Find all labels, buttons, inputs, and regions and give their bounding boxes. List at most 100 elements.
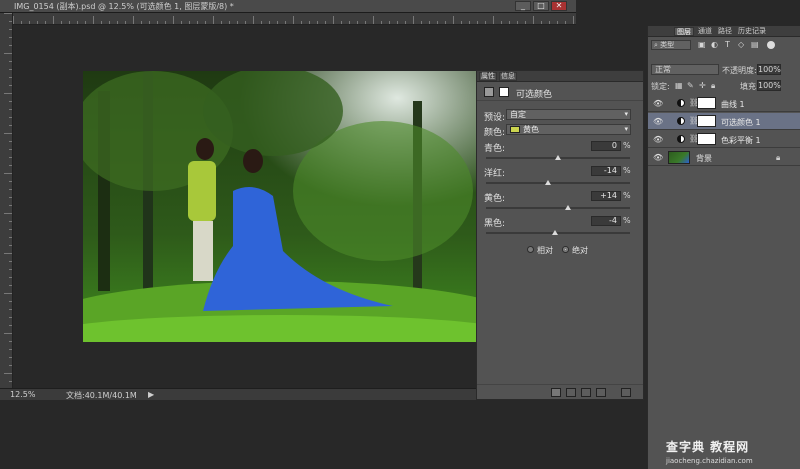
black-value[interactable]: -4 [591, 216, 621, 226]
ruler-tick [9, 181, 12, 182]
lock-all-icon[interactable]: 🔒︎ [711, 81, 715, 91]
maximize-button[interactable]: □ [533, 1, 549, 11]
wedding-photo[interactable] [83, 71, 476, 342]
type-filter-icon[interactable]: T [725, 40, 730, 49]
view-previous-icon[interactable] [566, 388, 576, 397]
fill-field[interactable]: 100% [757, 80, 781, 91]
tab-layers[interactable]: 图层 [674, 27, 694, 36]
image-filter-icon[interactable]: ▣ [698, 40, 706, 49]
smart-object-filter-icon[interactable]: ▤ [751, 40, 759, 49]
yellow-slider[interactable] [486, 205, 630, 210]
ruler-tick [229, 21, 230, 24]
layer-row-selective-color[interactable]: 👁︎ ⛓︎ 可选颜色 1 [648, 113, 800, 130]
ruler-tick [333, 16, 334, 24]
black-slider-thumb[interactable] [552, 230, 558, 235]
ruler-tick [9, 325, 12, 326]
colors-label: 颜色: [484, 128, 506, 138]
ruler-tick [9, 261, 12, 262]
layer-name[interactable]: 曲线 1 [721, 99, 745, 110]
cyan-value[interactable]: 0 [591, 141, 621, 151]
tab-info[interactable]: 信息 [499, 72, 517, 81]
ruler-tick [69, 21, 70, 24]
close-button[interactable]: ✕ [551, 1, 567, 11]
ruler-tick [565, 21, 566, 24]
ruler-tick [9, 221, 12, 222]
colors-value: 黄色 [523, 125, 539, 134]
vertical-ruler[interactable] [0, 13, 13, 388]
magenta-slider[interactable] [486, 180, 630, 185]
shape-filter-icon[interactable]: ◇ [738, 40, 744, 49]
reset-icon[interactable] [581, 388, 591, 397]
chevron-down-icon: ▾ [624, 125, 628, 133]
black-percent: % [623, 216, 631, 225]
ruler-tick [141, 21, 142, 24]
status-menu-arrow[interactable]: ▶ [148, 390, 154, 399]
yellow-value[interactable]: +14 [591, 191, 621, 201]
layer-mask-thumbnail[interactable] [697, 115, 716, 127]
tab-channels[interactable]: 通道 [696, 27, 714, 36]
cyan-slider[interactable] [486, 155, 630, 160]
minimize-button[interactable]: _ [515, 1, 531, 11]
fill-label: 填充: [740, 82, 759, 91]
absolute-radio[interactable] [562, 246, 569, 253]
ruler-tick [9, 349, 12, 350]
ruler-tick [9, 109, 12, 110]
tab-properties[interactable]: 属性 [479, 72, 497, 81]
eye-icon[interactable]: 👁︎ [653, 99, 663, 108]
layer-row-curves[interactable]: 👁︎ ⛓︎ 曲线 1 [648, 95, 800, 112]
layer-name[interactable]: 背景 [696, 153, 712, 164]
relative-radio[interactable] [527, 246, 534, 253]
ruler-tick [221, 21, 222, 24]
zoom-level[interactable]: 12.5% [10, 390, 35, 399]
ruler-tick [93, 16, 94, 24]
layer-row-color-balance[interactable]: 👁︎ ⛓︎ 色彩平衡 1 [648, 131, 800, 148]
preset-label: 预设: [484, 113, 506, 123]
tab-history[interactable]: 历史记录 [736, 27, 768, 36]
layer-name[interactable]: 可选颜色 1 [721, 117, 761, 128]
layer-name[interactable]: 色彩平衡 1 [721, 135, 761, 146]
blend-mode-dropdown[interactable]: 正常 [651, 64, 719, 75]
visibility-icon[interactable] [596, 388, 606, 397]
lock-icon: 🔒︎ [776, 153, 781, 162]
eye-icon[interactable]: 👁︎ [653, 153, 663, 162]
ruler-tick [445, 21, 446, 24]
eye-icon[interactable]: 👁︎ [653, 135, 663, 144]
yellow-slider-thumb[interactable] [565, 205, 571, 210]
ruler-tick [9, 269, 12, 270]
trash-icon[interactable] [621, 388, 631, 397]
background-thumbnail[interactable] [668, 151, 690, 164]
ruler-tick [133, 16, 134, 24]
layer-row-background[interactable]: 👁︎ 背景 🔒︎ [648, 149, 800, 166]
ruler-tick [9, 341, 12, 342]
layer-mask-thumbnail[interactable] [697, 97, 716, 109]
ruler-tick [453, 16, 454, 24]
mask-icon[interactable] [499, 87, 509, 97]
lock-pixels-icon[interactable]: ✎ [687, 81, 694, 90]
lock-position-icon[interactable]: ✛ [699, 81, 706, 90]
lock-transparent-icon[interactable]: ▦ [675, 81, 683, 90]
document-titlebar[interactable]: IMG_0154 (副本).psd @ 12.5% (可选颜色 1, 图层蒙版/… [0, 0, 576, 13]
magenta-slider-thumb[interactable] [545, 180, 551, 185]
eye-icon[interactable]: 👁︎ [653, 117, 663, 126]
filter-toggle-icon[interactable] [767, 41, 775, 49]
ruler-tick [365, 21, 366, 24]
preset-dropdown[interactable]: 自定 ▾ [506, 109, 631, 120]
magenta-value[interactable]: -14 [591, 166, 621, 176]
ruler-tick [517, 21, 518, 24]
ruler-tick [4, 13, 12, 14]
tab-paths[interactable]: 路径 [716, 27, 734, 36]
layer-filter-dropdown[interactable]: ⌕ 类型 [651, 40, 691, 50]
ruler-tick [461, 21, 462, 24]
black-slider[interactable] [486, 230, 630, 235]
ruler-tick [4, 213, 12, 214]
layer-mask-thumbnail[interactable] [697, 133, 716, 145]
colors-dropdown[interactable]: 黄色 ▾ [506, 124, 631, 135]
adjustment-filter-icon[interactable]: ◐ [711, 40, 718, 49]
cyan-slider-thumb[interactable] [555, 155, 561, 160]
horizontal-ruler[interactable] [13, 13, 576, 25]
clip-to-layer-icon[interactable] [551, 388, 561, 397]
ruler-tick [349, 21, 350, 24]
ruler-tick [9, 189, 12, 190]
opacity-field[interactable]: 100% [757, 64, 781, 75]
adjustment-layer-icon [677, 135, 685, 143]
